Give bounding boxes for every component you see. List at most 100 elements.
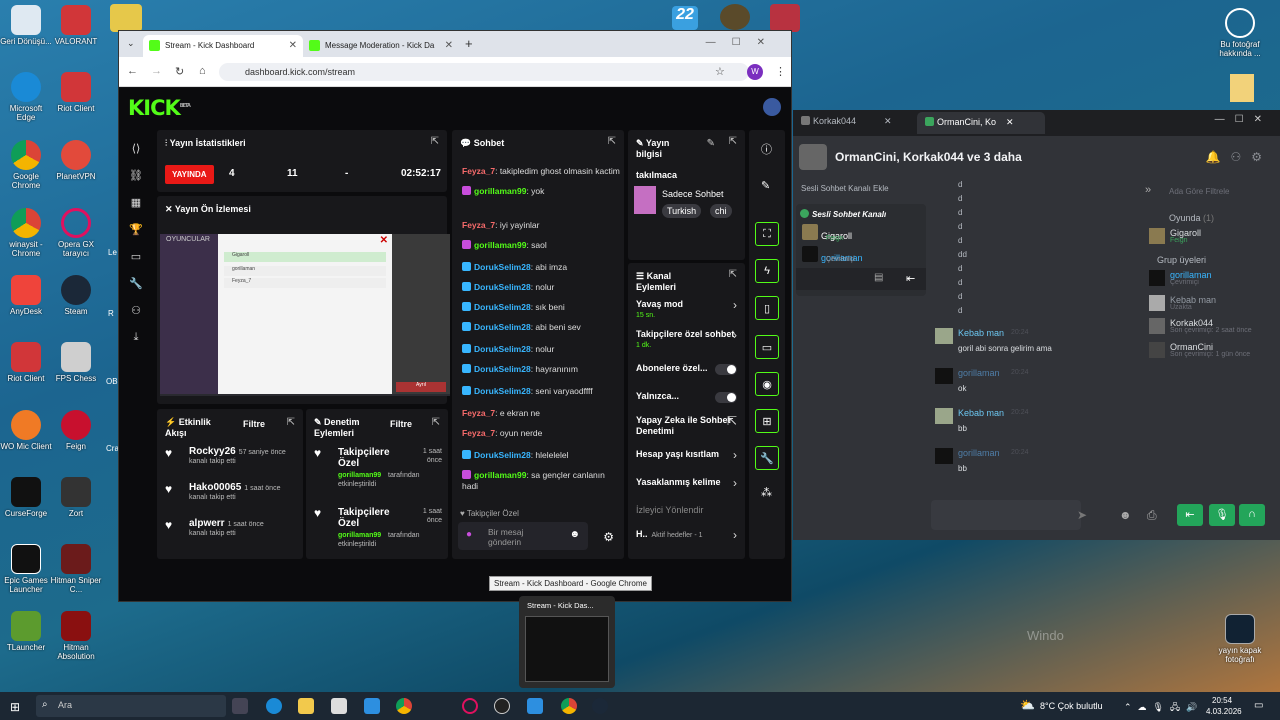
send-icon[interactable]: ➤ <box>1077 508 1087 522</box>
chat-settings-icon[interactable]: ⚙ <box>603 530 614 544</box>
header-icons[interactable]: 🔔⚇⚙ <box>1206 150 1272 164</box>
chat-username[interactable]: DorukSelim28 <box>474 364 531 374</box>
game-22-icon[interactable]: 22 <box>672 6 698 30</box>
video-icon[interactable]: ▭ <box>129 250 143 264</box>
message-author[interactable]: Kebab man <box>958 328 1004 338</box>
obs-taskbar-icon[interactable] <box>494 698 510 714</box>
chrome-taskbar-icon[interactable] <box>396 698 412 714</box>
member-avatar[interactable] <box>1149 318 1165 334</box>
popout-icon[interactable]: ⇱ <box>431 136 439 147</box>
popout-icon[interactable]: ⇱ <box>729 269 737 280</box>
popout-icon[interactable]: ⇱ <box>608 136 616 147</box>
chat-username[interactable]: DorukSelim28 <box>474 302 531 312</box>
photos-taskbar-icon[interactable] <box>527 698 543 714</box>
activity-item[interactable]: ♥ alpwerr 1 saat önce kanalı takip etti <box>165 519 295 538</box>
new-tab-icon[interactable]: + <box>465 36 473 51</box>
chevron-right-icon[interactable]: › <box>733 298 737 312</box>
download-icon[interactable]: ⤓ <box>129 331 143 345</box>
anydesk-icon[interactable]: AnyDesk <box>0 275 52 316</box>
home-icon[interactable]: ⌂ <box>199 65 206 77</box>
chat-username[interactable]: DorukSelim28 <box>474 322 531 332</box>
taskbar-search[interactable]: ⌕ Ara <box>36 695 226 717</box>
activity-item[interactable]: ♥ Rockyy26 57 saniye önce kanalı takip etti <box>165 447 295 466</box>
valorant-shield-icon[interactable] <box>770 4 800 32</box>
opera-gx-icon[interactable]: Opera GX tarayıcı <box>50 208 102 258</box>
message-author[interactable]: gorillaman <box>958 448 1000 458</box>
chat-input[interactable]: ● Bir mesaj gönderin ☻ <box>458 522 588 550</box>
weather-text[interactable]: 8°C Çok bulutlu <box>1040 701 1103 711</box>
popout-icon[interactable]: ⇱ <box>727 414 737 428</box>
close-tab-icon[interactable]: ✕ <box>289 40 297 51</box>
phone-icon[interactable]: ▯ <box>755 296 779 320</box>
chrome-active-taskbar-icon[interactable] <box>561 698 577 714</box>
hitman-sniper-icon[interactable]: Hitman Sniper C... <box>50 544 102 594</box>
window-controls[interactable]: —☐✕ <box>706 37 781 48</box>
chat-message[interactable]: gorillaman99: saol <box>462 240 622 251</box>
start-icon[interactable]: ⊞ <box>10 700 20 714</box>
chat-bubble-icon[interactable]: ▭ <box>755 335 779 359</box>
chat-username[interactable]: gorillaman99 <box>474 186 526 196</box>
chat-username[interactable]: DorukSelim28 <box>474 344 531 354</box>
chat-username[interactable]: DorukSelim28 <box>474 282 531 292</box>
chevron-right-icon[interactable]: › <box>733 476 737 490</box>
voice-add[interactable]: Sesli Sohbet Kanalı Ekle <box>801 184 889 193</box>
channel-action[interactable]: Hesap yaşı kısıtlam <box>636 449 746 460</box>
reload-icon[interactable]: ↻ <box>175 65 184 78</box>
message-avatar[interactable] <box>935 368 953 384</box>
message-avatar[interactable] <box>935 408 953 424</box>
toggle-switch[interactable] <box>715 364 737 375</box>
chat-message[interactable]: Feyza_7: oyun nerde <box>462 428 622 439</box>
dashboard-icon[interactable]: ▦ <box>129 196 143 210</box>
edge-taskbar-icon[interactable] <box>266 698 282 714</box>
valorant-icon[interactable]: VALORANT <box>50 5 102 46</box>
popout-icon[interactable]: ⇱ <box>729 136 737 147</box>
chat-message[interactable]: Feyza_7: e ekran ne <box>462 408 622 419</box>
dialog-close-icon[interactable]: ✕ <box>380 235 388 246</box>
store-icon[interactable] <box>331 698 347 714</box>
link-icon[interactable]: ⛓ <box>129 169 143 183</box>
leave-call-button[interactable]: ⇤ <box>1177 504 1203 526</box>
chat-username[interactable]: Feyza_7 <box>462 428 495 438</box>
toggle-switch[interactable] <box>715 392 737 403</box>
badge-icon[interactable]: ● <box>466 529 472 540</box>
channel-action[interactable]: Yavaş mod 15 sn. <box>636 299 746 321</box>
discord-tab[interactable]: Korkak044 ✕ <box>801 116 911 127</box>
chat-username[interactable]: DorukSelim28 <box>474 450 531 460</box>
chat-message[interactable]: Feyza_7: takipledim ghost olmasin kactim <box>462 166 622 177</box>
member-avatar[interactable] <box>1149 228 1165 244</box>
member-avatar[interactable] <box>1149 270 1165 286</box>
steam-taskbar-icon[interactable] <box>592 698 608 714</box>
lightning-icon[interactable]: ϟ <box>755 259 779 283</box>
activity-item[interactable]: ♥ Hako00065 1 saat önce kanalı takip etti <box>165 483 295 502</box>
clock-date[interactable]: 4.03.2026 <box>1206 707 1242 716</box>
chat-message[interactable]: DorukSelim28: nolur <box>462 344 622 355</box>
chat-username[interactable]: Feyza_7 <box>462 166 495 176</box>
message-avatar[interactable] <box>935 328 953 344</box>
url-field[interactable]: dashboard.kick.com/stream <box>219 63 749 81</box>
epic-games-icon[interactable]: Epic Games Launcher <box>0 544 52 594</box>
chat-message[interactable]: DorukSelim28: sık beni <box>462 302 622 313</box>
leave-voice-icon[interactable]: ⇤ <box>906 272 915 285</box>
wrench-icon[interactable]: 🔧 <box>755 446 779 470</box>
chevron-right-icon[interactable]: › <box>733 448 737 462</box>
popout-icon[interactable]: ⇱ <box>432 417 440 428</box>
clan-icon[interactable] <box>720 4 750 30</box>
chat-username[interactable]: gorillaman99 <box>474 240 526 250</box>
photo-info-icon[interactable]: Bu fotoğraf hakkında ... <box>1214 8 1266 58</box>
message-author[interactable]: gorillaman <box>958 368 1000 378</box>
feign-icon[interactable]: Feign <box>50 410 102 451</box>
chat-username[interactable]: Feyza_7 <box>462 408 495 418</box>
chrome-icon[interactable]: Google Chrome <box>0 140 52 190</box>
hitman-absolution-icon[interactable]: Hitman Absolution <box>50 611 102 661</box>
channel-action[interactable]: Takipçilere özel sohbet 1 dk. <box>636 329 746 351</box>
steam-icon[interactable]: Steam <box>50 275 102 316</box>
chat-input[interactable] <box>931 500 1081 530</box>
member-avatar[interactable] <box>1149 342 1165 358</box>
leave-button[interactable]: Ayrıl <box>396 382 446 392</box>
channel-action[interactable]: İzleyici Yönlendir <box>636 505 746 516</box>
kick-logo[interactable]: KICKBETA <box>128 96 191 120</box>
chat-message[interactable]: Feyza_7: iyi yayinlar <box>462 220 622 231</box>
embed-icon[interactable]: ⟨⟩ <box>129 142 143 156</box>
chat-message[interactable]: DorukSelim28: hayranınım <box>462 364 622 375</box>
chevron-right-icon[interactable]: › <box>733 328 737 342</box>
